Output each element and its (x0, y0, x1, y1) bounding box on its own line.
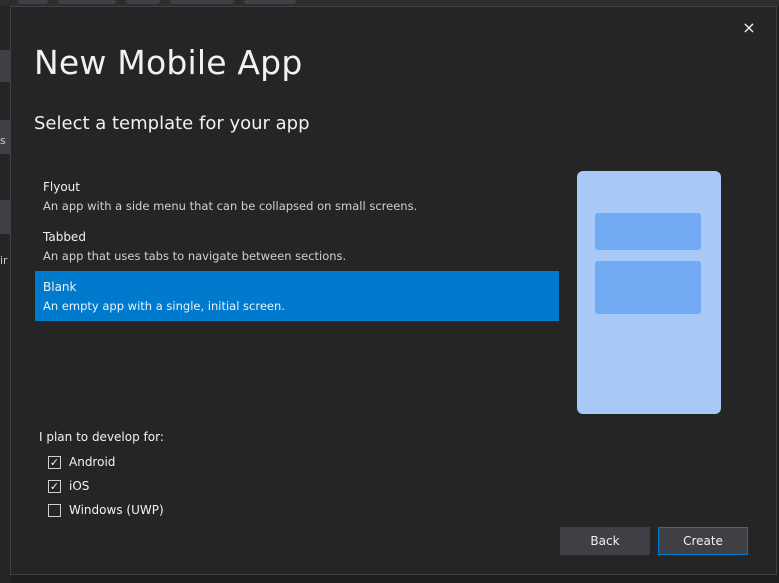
ide-left-text: s (0, 134, 6, 147)
template-name: Flyout (43, 180, 80, 194)
ide-tab (170, 0, 234, 4)
ide-left-panel: s ir (0, 6, 10, 583)
ide-tab (244, 0, 296, 4)
template-list: Flyout An app with a side menu that can … (35, 171, 559, 321)
template-description: An empty app with a single, initial scre… (43, 299, 285, 313)
platform-uwp-checkbox[interactable]: Windows (UWP) (48, 503, 164, 517)
template-description: An app that uses tabs to navigate betwee… (43, 249, 347, 263)
ide-left-item (0, 50, 10, 82)
ide-tab (18, 0, 48, 4)
template-item-tabbed[interactable]: Tabbed An app that uses tabs to navigate… (35, 221, 559, 271)
template-item-flyout[interactable]: Flyout An app with a side menu that can … (35, 171, 559, 221)
ide-tab (126, 0, 160, 4)
preview-block (595, 261, 701, 314)
preview-block (595, 213, 701, 250)
platform-label-ios: iOS (69, 479, 90, 493)
platform-android-checkbox[interactable]: ✓ Android (48, 455, 115, 469)
template-item-blank[interactable]: Blank An empty app with a single, initia… (35, 271, 559, 321)
new-mobile-app-dialog: × New Mobile App Select a template for y… (10, 6, 777, 575)
checkbox-checked-icon[interactable]: ✓ (48, 479, 61, 493)
platform-ios-checkbox[interactable]: ✓ iOS (48, 479, 89, 493)
ide-left-text: ir (0, 254, 8, 267)
ide-tab (58, 0, 116, 4)
template-description: An app with a side menu that can be coll… (43, 199, 418, 213)
dialog-title: New Mobile App (34, 43, 303, 82)
platform-label-uwp: Windows (UWP) (69, 503, 164, 517)
checkbox-unchecked-icon[interactable] (48, 503, 61, 517)
back-button[interactable]: Back (560, 527, 650, 555)
template-name: Blank (43, 280, 77, 294)
checkbox-checked-icon[interactable]: ✓ (48, 455, 61, 469)
ide-left-item (0, 200, 10, 234)
platform-label: I plan to develop for: (39, 430, 164, 444)
template-preview (577, 171, 721, 414)
create-button[interactable]: Create (658, 527, 748, 555)
template-name: Tabbed (43, 230, 86, 244)
dialog-subtitle: Select a template for your app (34, 113, 310, 134)
platform-label-android: Android (69, 455, 116, 469)
close-icon[interactable]: × (740, 18, 758, 37)
